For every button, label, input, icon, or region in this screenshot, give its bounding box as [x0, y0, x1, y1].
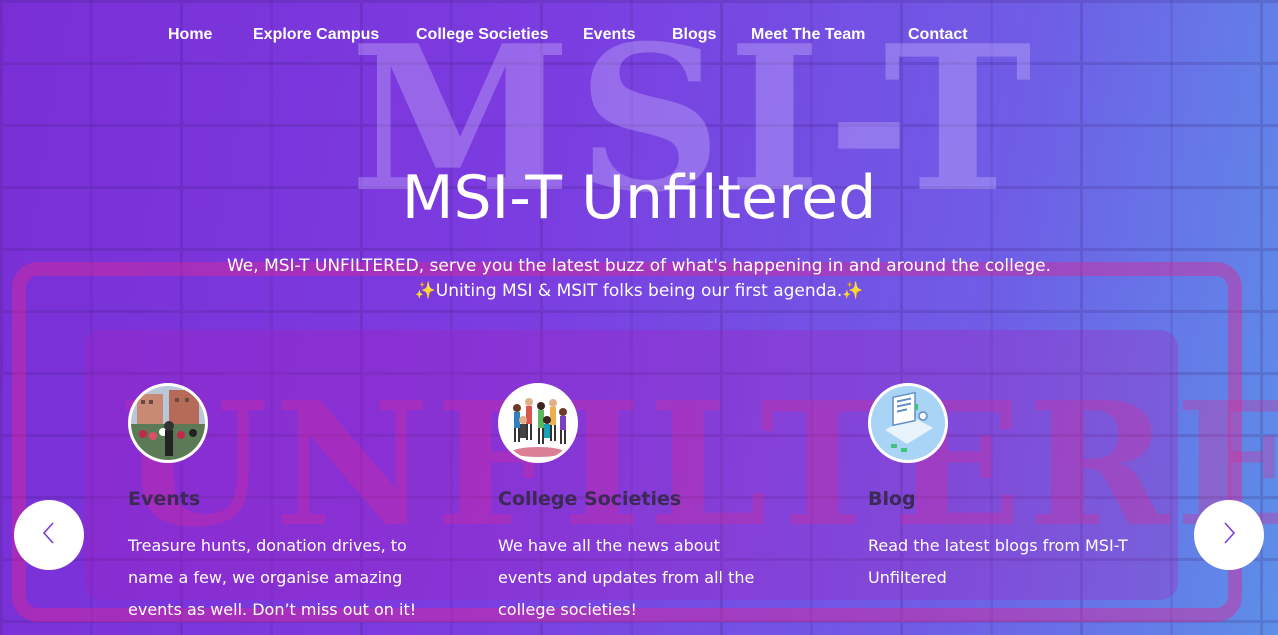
card-title: Blog: [868, 488, 916, 510]
card-text: We have all the news about events and up…: [498, 536, 755, 619]
sparkle-icon: ✨: [842, 281, 864, 301]
nav-blogs[interactable]: Blogs: [672, 26, 716, 44]
events-photo-icon: [128, 383, 208, 463]
main-nav: Home Explore Campus College Societies Ev…: [0, 26, 1278, 52]
card-text: Read the latest blogs from MSI-T Unfilte…: [868, 536, 1128, 587]
subtitle-line-1: We, MSI-T UNFILTERED, serve you the late…: [226, 256, 1051, 276]
nav-events[interactable]: Events: [583, 26, 635, 44]
chevron-left-icon: [40, 521, 58, 549]
card-text: Treasure hunts, donation drives, to name…: [128, 536, 417, 619]
card-college-societies[interactable]: College Societies We have all the news a…: [498, 383, 778, 626]
carousel-prev-button[interactable]: [14, 500, 84, 570]
nav-home[interactable]: Home: [168, 26, 212, 44]
blog-illustration-icon: [868, 383, 948, 463]
page-title: MSI-T Unfiltered: [401, 163, 877, 233]
card-events[interactable]: Events Treasure hunts, donation drives, …: [128, 383, 418, 626]
nav-college-societies[interactable]: College Societies: [416, 26, 549, 44]
hero-subtitle: We, MSI-T UNFILTERED, serve you the late…: [0, 254, 1278, 304]
sparkle-icon: ✨: [414, 281, 436, 301]
chevron-right-icon: [1220, 521, 1238, 549]
crowd-illustration-icon: [498, 383, 578, 463]
carousel-next-button[interactable]: [1194, 500, 1264, 570]
subtitle-line-2: ✨Uniting MSI & MSIT folks being our firs…: [0, 279, 1278, 304]
subtitle-line-2-text: Uniting MSI & MSIT folks being our first…: [435, 281, 843, 301]
card-blog[interactable]: Blog Read the latest blogs from MSI-T Un…: [868, 383, 1138, 594]
nav-contact[interactable]: Contact: [908, 26, 968, 44]
nav-meet-the-team[interactable]: Meet The Team: [751, 26, 865, 44]
nav-explore-campus[interactable]: Explore Campus: [253, 26, 379, 44]
card-title: College Societies: [498, 488, 682, 510]
card-title: Events: [128, 488, 201, 510]
